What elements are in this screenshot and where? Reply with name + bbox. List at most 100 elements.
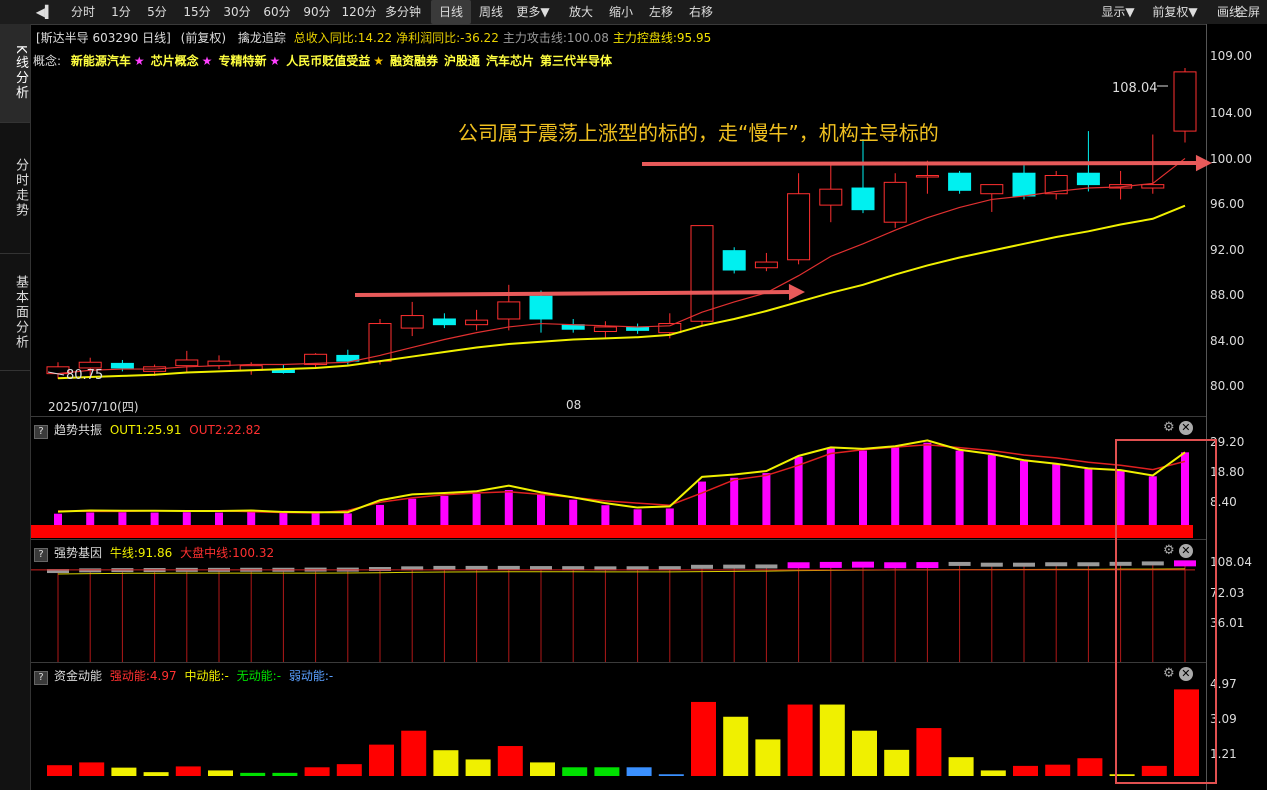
candle-body bbox=[1141, 184, 1165, 189]
candle-body bbox=[722, 250, 746, 271]
trend-bar bbox=[1020, 460, 1028, 525]
candle-body bbox=[980, 184, 1004, 195]
trend-bar bbox=[408, 498, 417, 525]
candle-body bbox=[432, 318, 456, 326]
fund-bar bbox=[1109, 774, 1135, 776]
fund-bar bbox=[980, 770, 1006, 776]
fund-bar bbox=[1013, 765, 1038, 776]
candle-body bbox=[658, 323, 682, 334]
fund-bar bbox=[465, 759, 491, 776]
gene-bar bbox=[723, 564, 746, 569]
trend-base-bar bbox=[31, 525, 1193, 538]
annotation-arrow bbox=[641, 161, 1199, 166]
high-price-label: 108.04 bbox=[1112, 81, 1158, 96]
trend-bar bbox=[537, 494, 545, 525]
trend-bar bbox=[504, 490, 513, 525]
fund-bar bbox=[852, 730, 877, 776]
candle-body bbox=[529, 295, 553, 320]
date-start-label: 2025/07/10(四) bbox=[48, 400, 139, 414]
trend-bar bbox=[86, 512, 95, 525]
candle-body bbox=[1173, 71, 1197, 132]
fund-bar bbox=[626, 767, 652, 776]
trend-bar bbox=[343, 513, 352, 525]
candle-body bbox=[787, 193, 811, 261]
fund-bar bbox=[1077, 758, 1103, 776]
trend-bar bbox=[118, 512, 127, 525]
fund-bar bbox=[272, 772, 298, 776]
trend-bar bbox=[311, 513, 320, 525]
fund-bar bbox=[304, 767, 330, 776]
gene-bar bbox=[819, 561, 842, 568]
fund-bar bbox=[594, 767, 620, 776]
trend-bar bbox=[376, 504, 384, 525]
out2-line bbox=[57, 444, 1186, 514]
candle-body bbox=[690, 225, 714, 322]
fund-bar bbox=[916, 728, 942, 776]
fund-bar bbox=[723, 716, 749, 776]
highlight-box bbox=[1115, 439, 1217, 784]
gene-bar bbox=[980, 562, 1003, 567]
gene-bar bbox=[884, 562, 907, 569]
trend-bar bbox=[215, 512, 223, 525]
trend-bar bbox=[762, 473, 771, 525]
gene-bar bbox=[433, 565, 456, 570]
gene-bar bbox=[1013, 562, 1035, 567]
fund-bar bbox=[111, 767, 137, 776]
fund-bar bbox=[562, 767, 588, 776]
gene-bar bbox=[916, 562, 939, 569]
trend-bar bbox=[730, 477, 739, 525]
trend-bar bbox=[1181, 452, 1189, 525]
trend-bar bbox=[601, 505, 610, 525]
fund-bar bbox=[691, 701, 716, 776]
gene-bar bbox=[787, 562, 810, 569]
candle-body bbox=[497, 301, 521, 320]
gene-bar bbox=[1109, 561, 1132, 566]
gene-bar bbox=[691, 564, 713, 569]
trend-bar bbox=[891, 447, 900, 525]
annotation-arrow bbox=[354, 290, 792, 297]
trend-bar bbox=[150, 512, 159, 525]
trend-bar bbox=[182, 512, 191, 525]
candle-body bbox=[948, 172, 972, 191]
candle-body bbox=[1012, 172, 1036, 197]
candle-body bbox=[175, 359, 199, 367]
fund-bar bbox=[948, 757, 974, 776]
gene-bar bbox=[465, 565, 488, 570]
fund-bar bbox=[143, 772, 169, 776]
trend-bar bbox=[859, 450, 867, 525]
fund-bar bbox=[884, 749, 910, 776]
fund-bar bbox=[208, 770, 233, 776]
trend-bar bbox=[1084, 469, 1093, 525]
fund-bar bbox=[755, 739, 781, 776]
fund-bar bbox=[1045, 764, 1071, 776]
gene-bar bbox=[1174, 560, 1196, 567]
trend-bar bbox=[698, 481, 706, 525]
fund-bar bbox=[1141, 765, 1167, 776]
candle-body bbox=[883, 181, 907, 223]
trend-bar bbox=[569, 499, 578, 525]
trend-bar bbox=[279, 512, 288, 525]
gene-bar bbox=[1141, 561, 1164, 566]
trend-bar bbox=[923, 442, 932, 525]
fund-bar bbox=[433, 750, 459, 776]
candle-body bbox=[754, 261, 778, 269]
trend-bar bbox=[987, 454, 996, 525]
gene-bar bbox=[852, 561, 874, 568]
trend-bar bbox=[633, 509, 642, 525]
trend-bar bbox=[1052, 464, 1061, 525]
annotation-text: 公司属于震荡上涨型的标的，走“慢牛”，机构主导标的 bbox=[458, 121, 939, 145]
fund-bar bbox=[819, 704, 845, 776]
trend-bar bbox=[440, 495, 449, 525]
trend-bar bbox=[247, 511, 256, 525]
fund-bar bbox=[47, 765, 72, 776]
fund-bar bbox=[1174, 689, 1199, 776]
fund-bar bbox=[401, 730, 427, 776]
gene-bar bbox=[948, 561, 971, 566]
trend-bar bbox=[955, 450, 964, 525]
gene-bar bbox=[369, 567, 391, 572]
gene-bar bbox=[497, 565, 520, 570]
candle-body bbox=[851, 187, 875, 211]
annotation-arrow-head bbox=[788, 283, 805, 301]
candle-body bbox=[915, 175, 939, 178]
fund-bar bbox=[497, 746, 523, 776]
